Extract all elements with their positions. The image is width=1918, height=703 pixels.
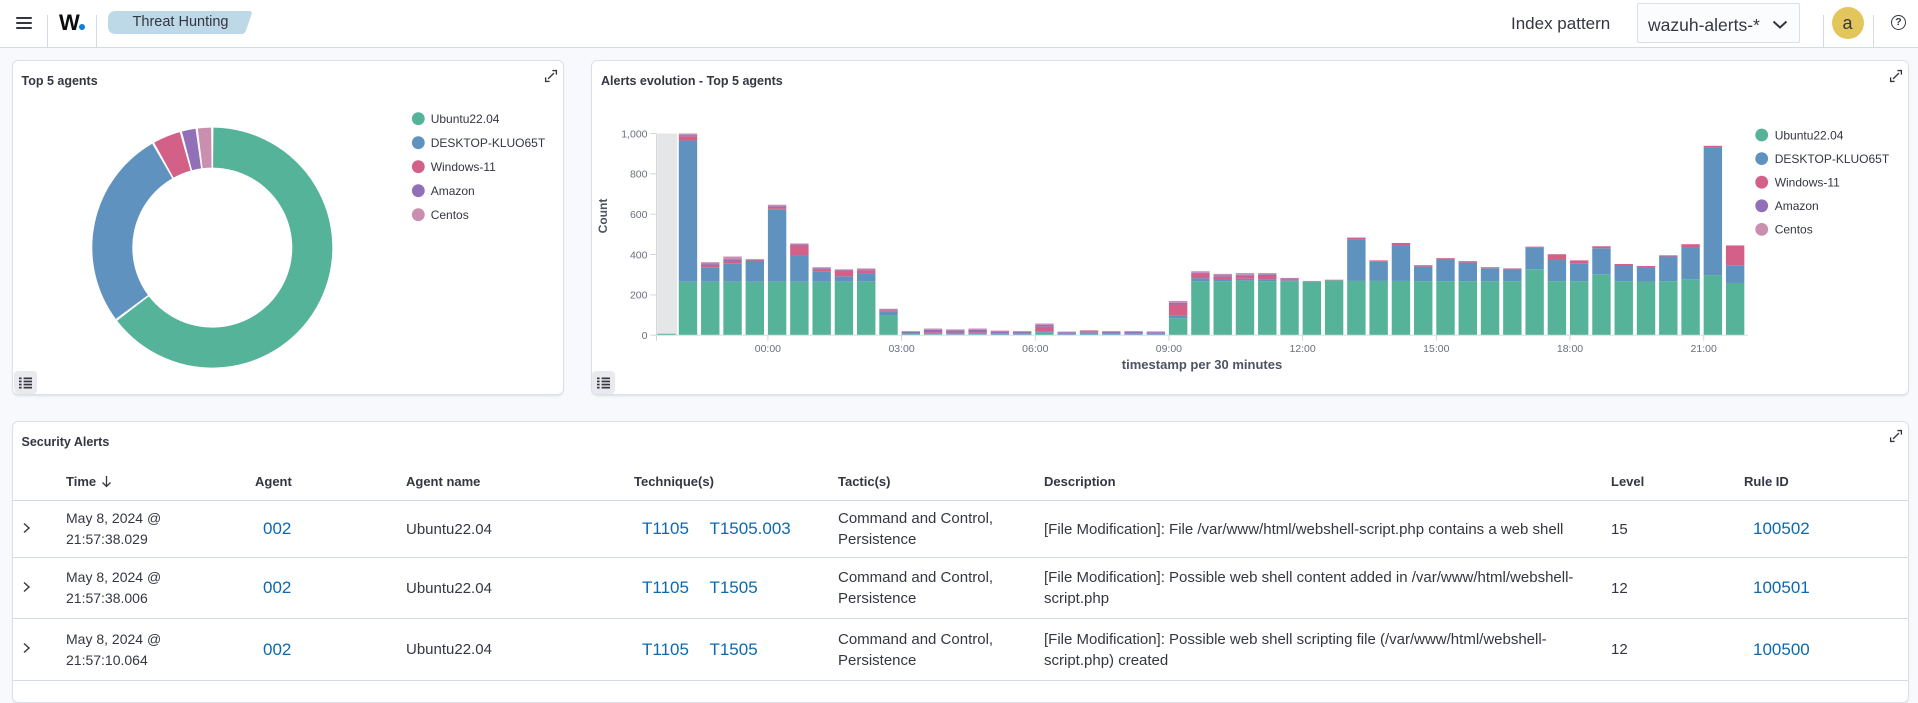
svg-text:Amazon: Amazon (431, 184, 475, 198)
svg-text:Centos: Centos (1775, 223, 1813, 237)
svg-text:Windows-11: Windows-11 (431, 160, 496, 174)
svg-text:Ubuntu22.04: Ubuntu22.04 (1775, 128, 1844, 142)
svg-text:15:00: 15:00 (1423, 343, 1449, 355)
svg-text:Windows-11: Windows-11 (1775, 176, 1840, 190)
svg-text:400: 400 (630, 249, 648, 261)
svg-text:12:00: 12:00 (1289, 343, 1315, 355)
svg-text:800: 800 (630, 169, 648, 181)
svg-text:Centos: Centos (431, 208, 469, 222)
svg-text:21:00: 21:00 (1691, 343, 1717, 355)
svg-text:0: 0 (642, 330, 648, 342)
svg-text:00:00: 00:00 (755, 343, 781, 355)
svg-text:18:00: 18:00 (1557, 343, 1583, 355)
svg-text:200: 200 (630, 290, 648, 302)
svg-text:DESKTOP-KLUO65T: DESKTOP-KLUO65T (1775, 152, 1890, 166)
svg-text:DESKTOP-KLUO65T: DESKTOP-KLUO65T (431, 136, 546, 150)
svg-text:03:00: 03:00 (888, 343, 914, 355)
svg-text:06:00: 06:00 (1022, 343, 1048, 355)
svg-text:1,000: 1,000 (621, 128, 647, 140)
svg-text:09:00: 09:00 (1156, 343, 1182, 355)
svg-text:Amazon: Amazon (1775, 199, 1819, 213)
svg-text:600: 600 (630, 209, 648, 221)
svg-text:Ubuntu22.04: Ubuntu22.04 (431, 112, 500, 126)
